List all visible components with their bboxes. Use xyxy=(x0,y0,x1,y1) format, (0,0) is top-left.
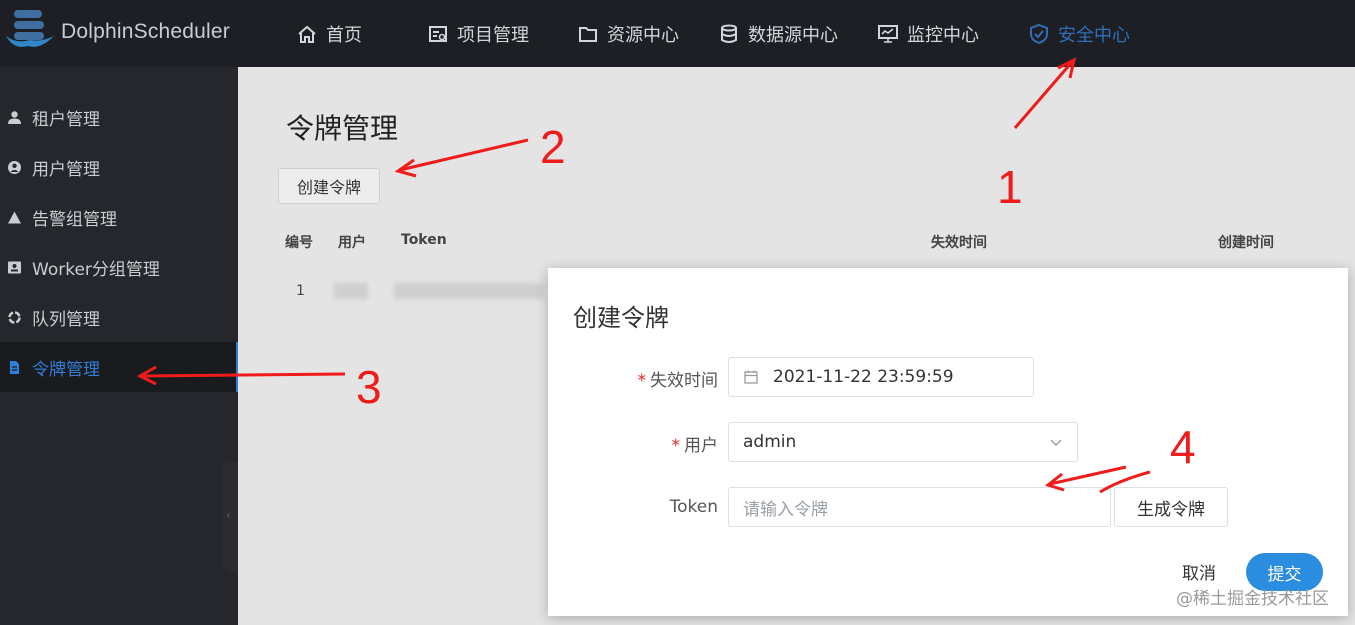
nav-security-label: 安全中心 xyxy=(1058,24,1130,46)
sidebar-item-label: 队列管理 xyxy=(32,309,100,330)
folder-icon xyxy=(579,26,597,42)
annotation-number-2: 2 xyxy=(540,121,566,173)
redacted-user xyxy=(334,283,368,299)
shield-icon xyxy=(1030,23,1048,44)
app-name: DolphinScheduler xyxy=(61,20,230,43)
warning-icon xyxy=(8,211,21,223)
column-header-expire-time: 失效时间 xyxy=(931,235,987,251)
required-marker: * xyxy=(671,436,681,456)
required-marker: * xyxy=(637,371,647,391)
calendar-icon xyxy=(744,370,758,384)
sidebar-item-queue[interactable]: 队列管理 xyxy=(0,292,238,342)
sidebar-item-label: 告警组管理 xyxy=(32,209,117,230)
redacted-token xyxy=(394,283,544,299)
recycle-icon xyxy=(8,310,21,324)
app-logo[interactable]: DolphinScheduler xyxy=(0,0,238,67)
sidebar-item-token[interactable]: 令牌管理 xyxy=(0,342,238,392)
nav-datasource[interactable]: 数据源中心 xyxy=(718,0,838,67)
token-label: Token xyxy=(669,497,718,517)
sidebar-collapse-handle[interactable]: ‹ xyxy=(222,462,238,572)
nav-resource[interactable]: 资源中心 xyxy=(577,0,679,67)
chevron-left-icon: ‹ xyxy=(226,508,231,522)
nav-home[interactable]: 首页 xyxy=(296,0,362,67)
cancel-button[interactable]: 取消 xyxy=(1182,559,1216,584)
column-header-user: 用户 xyxy=(338,235,366,251)
column-header-id: 编号 xyxy=(285,235,313,251)
user-circle-icon xyxy=(8,160,21,174)
nav-home-label: 首页 xyxy=(326,24,362,46)
column-header-create-time: 创建时间 xyxy=(1218,235,1274,251)
watermark: @稀土掘金技术社区 xyxy=(1176,589,1329,609)
document-icon xyxy=(10,360,19,374)
nav-datasource-label: 数据源中心 xyxy=(748,24,838,46)
sidebar-item-alert-group[interactable]: 告警组管理 xyxy=(0,192,238,242)
user-select-value: admin xyxy=(743,432,797,452)
user-label: * 用户 xyxy=(558,431,719,456)
project-icon xyxy=(429,25,447,42)
annotation-number-3: 3 xyxy=(356,361,382,413)
nav-monitor[interactable]: 监控中心 xyxy=(877,0,979,67)
dialog-title: 创建令牌 xyxy=(573,304,669,332)
sidebar-item-label: 租户管理 xyxy=(32,109,100,130)
expire-time-label: * 失效时间 xyxy=(558,366,719,391)
table-cell-id: 1 xyxy=(296,283,305,299)
sidebar-item-label: 用户管理 xyxy=(32,159,100,180)
id-card-icon xyxy=(8,261,21,273)
expire-time-label-text: 失效时间 xyxy=(650,371,718,391)
column-header-token: Token xyxy=(401,232,447,248)
user-select[interactable]: admin xyxy=(728,422,1078,462)
token-input[interactable]: 请输入令牌 xyxy=(728,487,1111,527)
sidebar-item-label: Worker分组管理 xyxy=(32,259,160,280)
nav-security[interactable]: 安全中心 xyxy=(1028,0,1130,67)
top-navigation-bar: DolphinScheduler 首页 项目管理 资源中心 数据源中心 监控中心… xyxy=(0,0,1355,67)
dolphin-logo-icon xyxy=(6,10,54,47)
database-icon xyxy=(721,24,737,43)
chevron-down-icon xyxy=(1050,439,1062,446)
monitor-icon xyxy=(878,24,898,43)
sidebar-item-label: 令牌管理 xyxy=(32,359,100,380)
generate-token-button[interactable]: 生成令牌 xyxy=(1114,487,1228,527)
home-icon xyxy=(298,25,316,43)
nav-project[interactable]: 项目管理 xyxy=(427,0,529,67)
sidebar-item-worker-group[interactable]: Worker分组管理 xyxy=(0,242,238,292)
create-token-button[interactable]: 创建令牌 xyxy=(278,168,380,204)
sidebar-item-user[interactable]: 用户管理 xyxy=(0,142,238,192)
annotation-number-4: 4 xyxy=(1170,421,1196,473)
annotation-number-1: 1 xyxy=(997,161,1023,213)
user-icon xyxy=(8,110,21,124)
nav-monitor-label: 监控中心 xyxy=(907,24,979,46)
sidebar: 租户管理 用户管理 告警组管理 Worker分组管理 队列管理 令牌管理 ‹ xyxy=(0,67,238,625)
nav-project-label: 项目管理 xyxy=(457,24,529,46)
nav-resource-label: 资源中心 xyxy=(607,24,679,46)
user-label-text: 用户 xyxy=(684,436,718,456)
sidebar-item-tenant[interactable]: 租户管理 xyxy=(0,92,238,142)
expire-time-picker[interactable]: 2021-11-22 23:59:59 xyxy=(728,357,1034,397)
create-token-dialog: 创建令牌 * 失效时间 2021-11-22 23:59:59 * 用户 admin… xyxy=(548,268,1348,616)
token-input-placeholder: 请输入令牌 xyxy=(743,499,828,520)
page-title: 令牌管理 xyxy=(286,112,399,145)
expire-time-value: 2021-11-22 23:59:59 xyxy=(773,367,954,387)
